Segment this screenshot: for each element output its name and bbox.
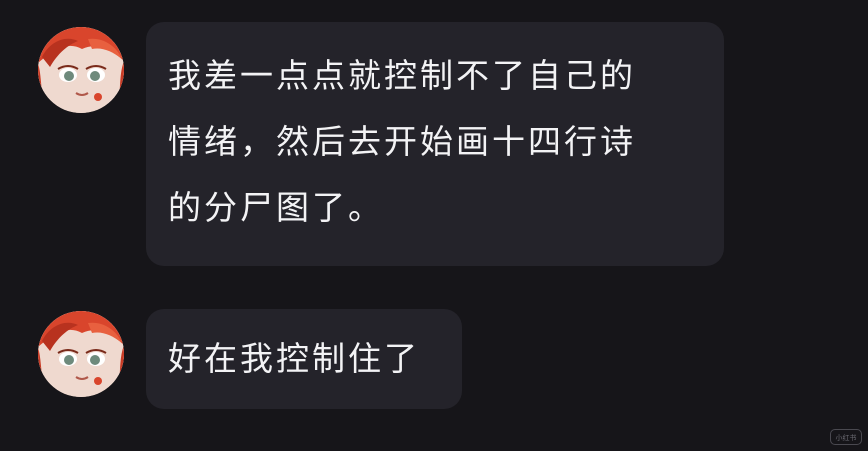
watermark-logo: 小红书 [830,429,862,445]
message-bubble[interactable]: 好在我控制住了 [146,309,462,409]
avatar-image [38,311,124,397]
avatar[interactable] [38,311,124,397]
message-text-line: 的分尸图了。 [168,188,384,227]
avatar-image [38,27,124,113]
message-bubble[interactable]: 我差一点点就控制不了自己的 情绪，然后去开始画十四行诗 的分尸图了。 [146,22,724,266]
avatar[interactable] [38,27,124,113]
message-text-line: 情绪，然后去开始画十四行诗 [168,122,636,161]
message-text-line: 我差一点点就控制不了自己的 [168,56,636,95]
chat-area: 我差一点点就控制不了自己的 情绪，然后去开始画十四行诗 的分尸图了。 好在我控制… [0,0,868,451]
message-text-line: 好在我控制住了 [168,339,420,378]
